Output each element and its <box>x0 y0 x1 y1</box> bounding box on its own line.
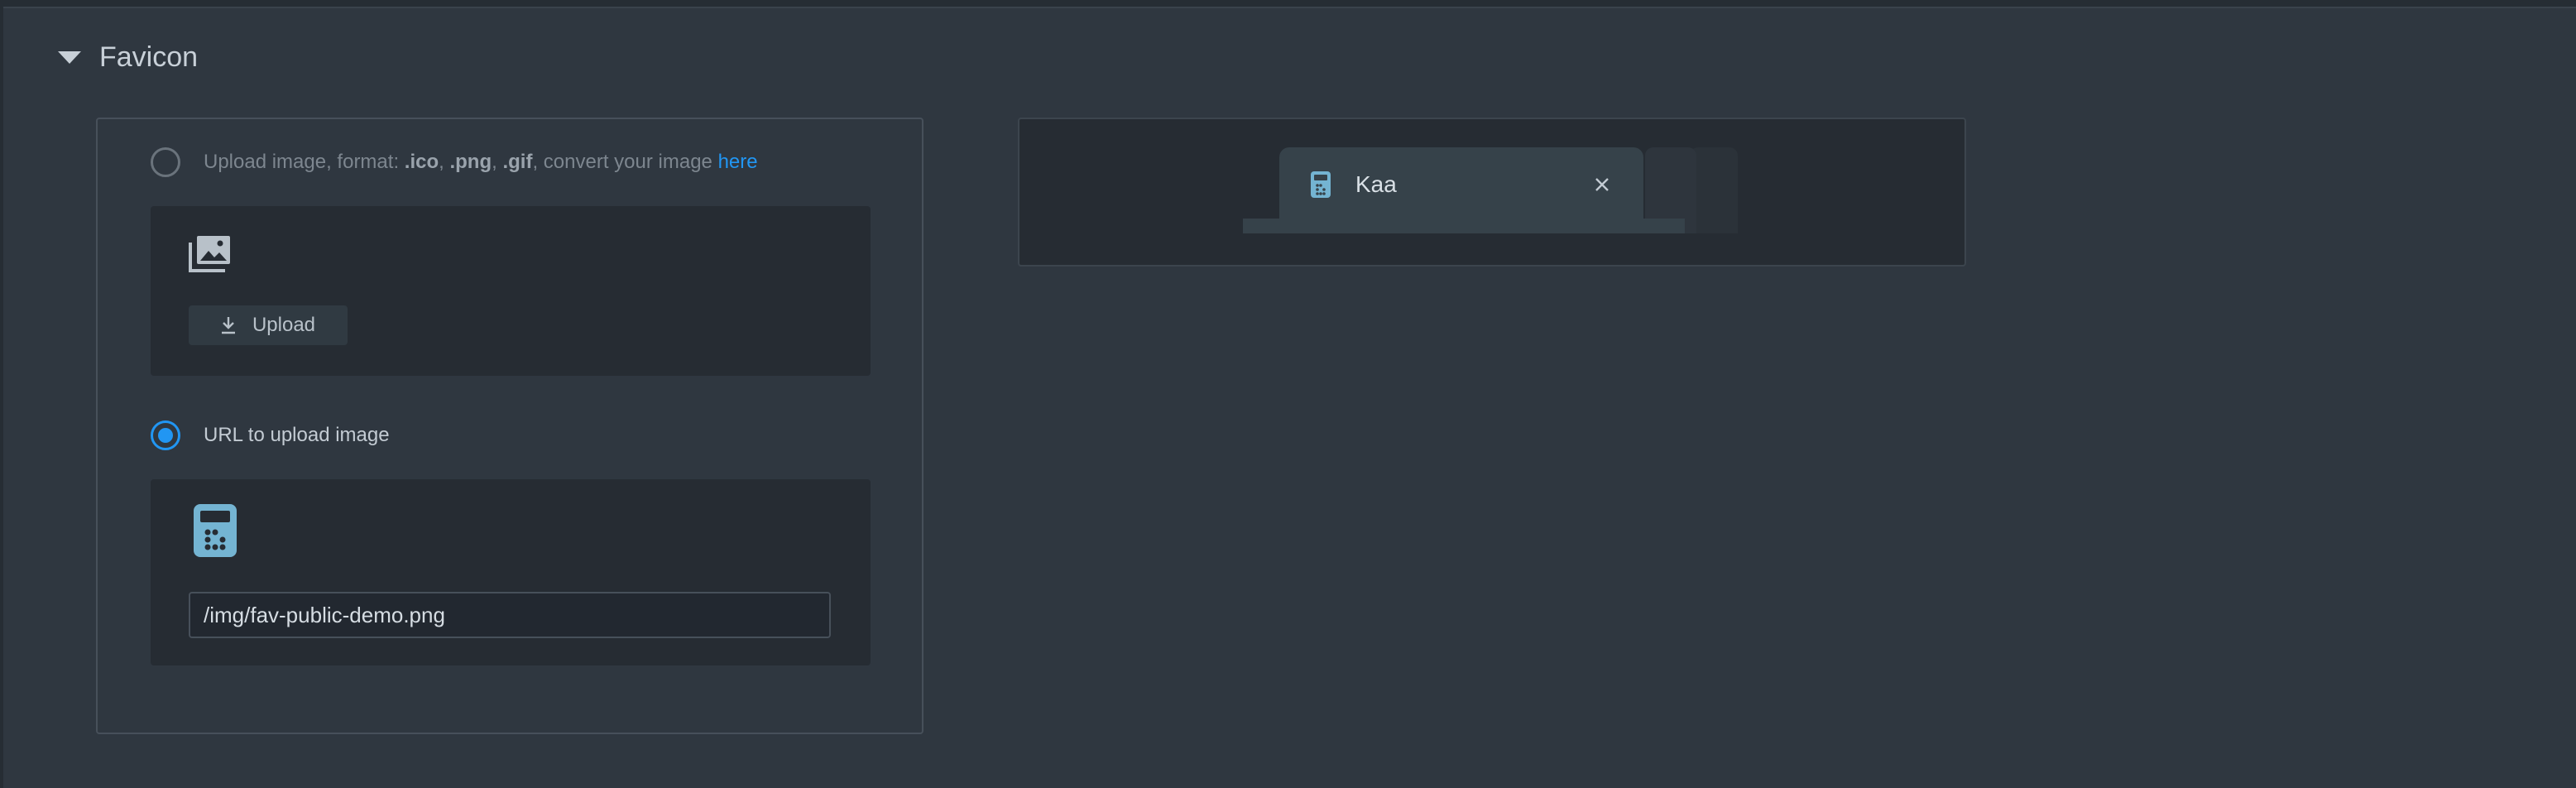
upload-button-label: Upload <box>252 314 316 336</box>
calculator-icon <box>1311 171 1331 198</box>
section-header[interactable]: Favicon <box>58 41 198 74</box>
download-icon <box>221 317 235 334</box>
caret-down-icon[interactable] <box>58 51 81 64</box>
section-title: Favicon <box>99 41 199 73</box>
url-option-label: URL to upload image <box>204 424 390 446</box>
calculator-icon <box>194 504 237 557</box>
top-border <box>0 0 2576 8</box>
url-panel <box>151 479 871 665</box>
favicon-preview: Kaa <box>1018 118 1966 267</box>
url-option-row[interactable]: URL to upload image <box>151 420 390 450</box>
upload-option-radio[interactable] <box>151 147 180 177</box>
upload-option-label: Upload image, format: .ico, .png, .gif, … <box>204 151 758 173</box>
browser-tab-preview: Kaa <box>1279 147 1643 222</box>
tab-title: Kaa <box>1355 171 1397 197</box>
left-border <box>0 0 3 788</box>
close-icon[interactable] <box>1594 176 1610 193</box>
upload-panel: Upload <box>151 206 871 376</box>
images-icon <box>189 236 230 272</box>
background-tab <box>1690 147 1738 233</box>
upload-option-row[interactable]: Upload image, format: .ico, .png, .gif, … <box>151 147 758 177</box>
favicon-options: Upload image, format: .ico, .png, .gif, … <box>96 118 923 734</box>
convert-image-link[interactable]: here <box>718 151 758 173</box>
upload-button[interactable]: Upload <box>189 305 348 345</box>
favicon-url-input[interactable] <box>189 592 831 638</box>
url-option-radio[interactable] <box>151 420 180 450</box>
